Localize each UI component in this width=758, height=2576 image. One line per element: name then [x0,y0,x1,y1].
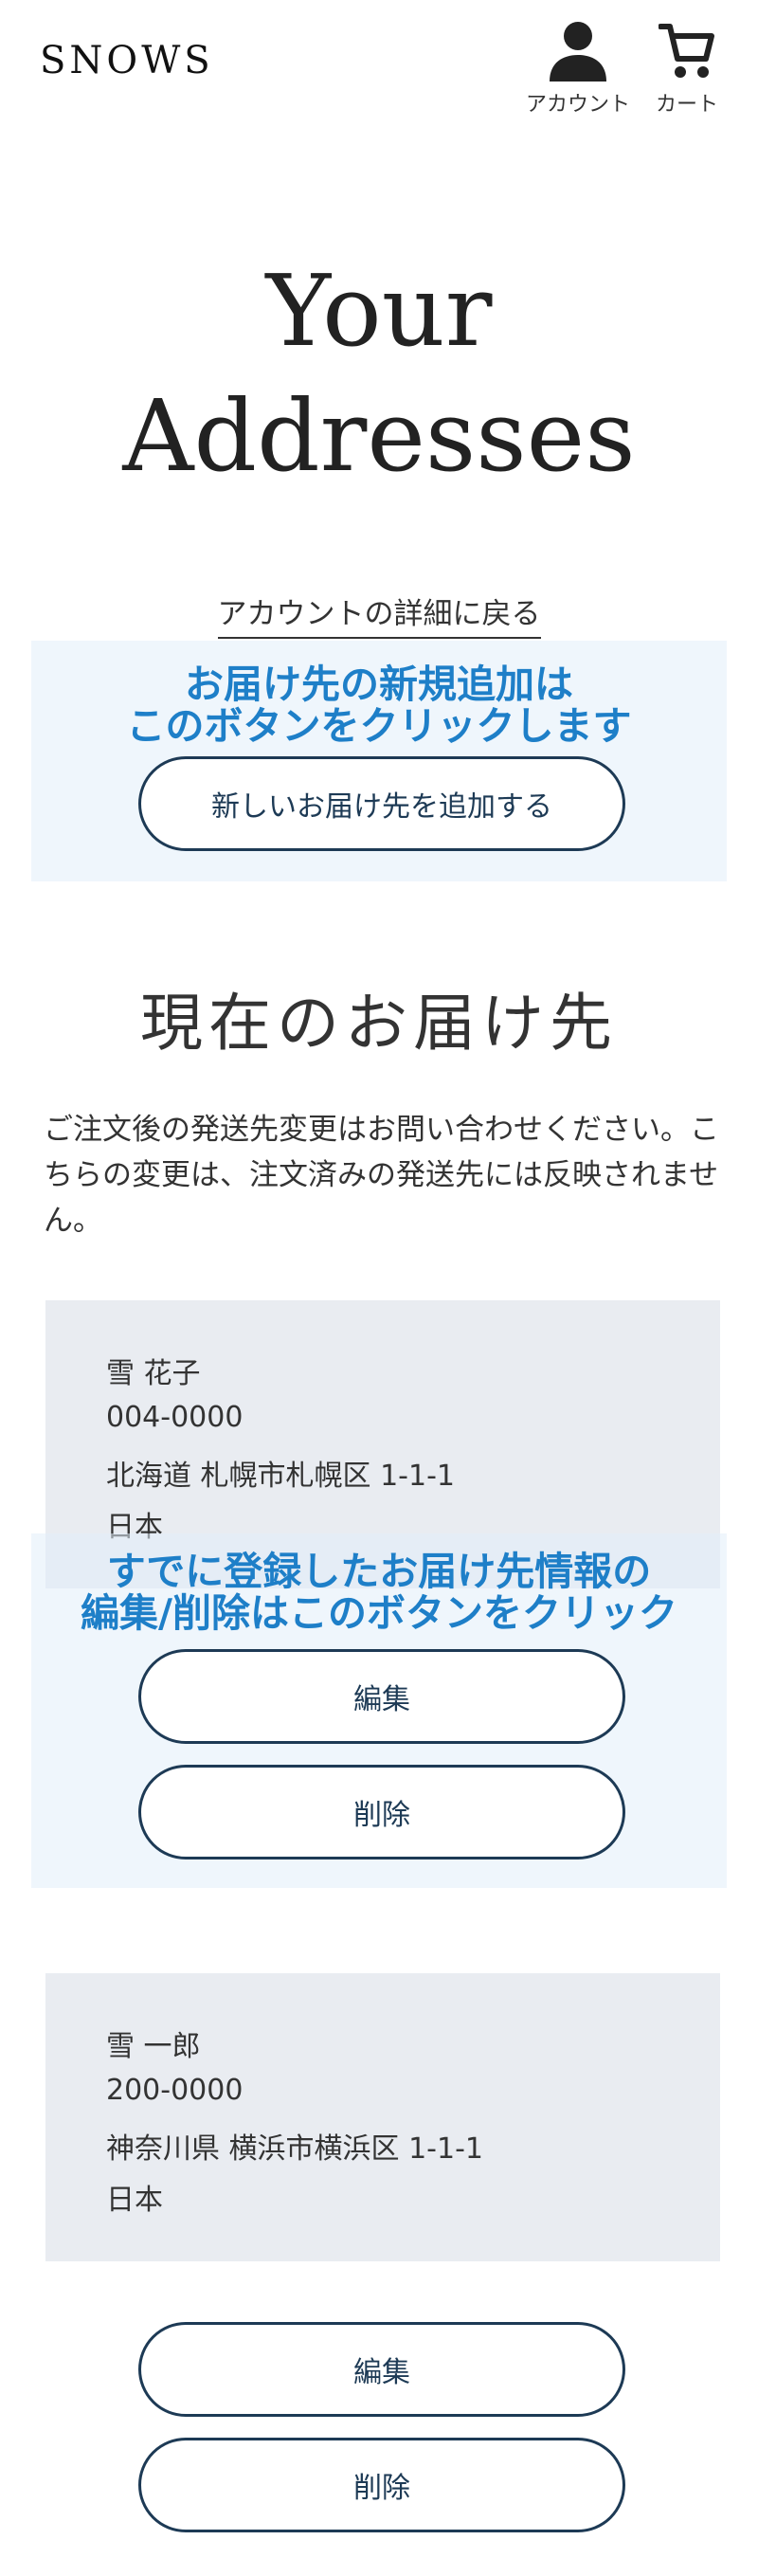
add-address-button[interactable]: 新しいお届け先を追加する [138,756,625,851]
site-header: SNOWS アカウント カート [0,0,758,123]
account-label: アカウント [525,93,630,117]
cart-label: カート [655,93,718,117]
site-logo[interactable]: SNOWS [40,42,214,80]
address-street: 北海道 札幌市札幌区 1-1-1 [106,1460,455,1493]
page-title: Your Addresses [0,248,758,499]
back-link-container: アカウントの詳細に戻る [0,590,758,639]
add-hint-text: お届け先の新規追加は このボタンをクリックします [0,663,758,747]
add-hint-line-1: お届け先の新規追加は [185,662,573,707]
address-country: 日本 [106,2184,163,2217]
address-street: 神奈川県 横浜市横浜区 1-1-1 [106,2132,483,2166]
account-link[interactable]: アカウント [519,21,637,118]
cart-link[interactable]: カート [644,21,730,118]
edit-hint-line-2: 編集/削除はこのボタンをクリック [81,1590,677,1636]
edit-address-button[interactable]: 編集 [138,1649,625,1744]
edit-address-button[interactable]: 編集 [138,2322,625,2417]
edit-hint-line-1: すでに登録したお届け先情報の [106,1549,652,1594]
address-name: 雪 花子 [106,1357,201,1390]
account-icon [550,22,606,82]
address-name: 雪 一郎 [106,2030,201,2063]
back-to-account-link[interactable]: アカウントの詳細に戻る [217,597,541,639]
address-notice: ご注文後の発送先変更はお問い合わせください。こちらの変更は、注文済みの発送先には… [44,1113,719,1238]
section-title: 現在のお届け先 [140,987,618,1060]
add-hint-line-2: このボタンをクリックします [126,703,632,749]
page-title-line-2: Addresses [122,378,636,494]
cart-icon [659,24,714,78]
address-postal: 200-0000 [106,2074,244,2107]
delete-address-button[interactable]: 削除 [138,1765,625,1859]
delete-address-button[interactable]: 削除 [138,2438,625,2532]
address-card: 雪 一郎 200-0000 神奈川県 横浜市横浜区 1-1-1 日本 [45,1973,720,2261]
address-postal: 004-0000 [106,1401,244,1434]
page-title-line-1: Your [265,253,493,369]
edit-hint-text: すでに登録したお届け先情報の 編集/削除はこのボタンをクリック [0,1551,758,1634]
